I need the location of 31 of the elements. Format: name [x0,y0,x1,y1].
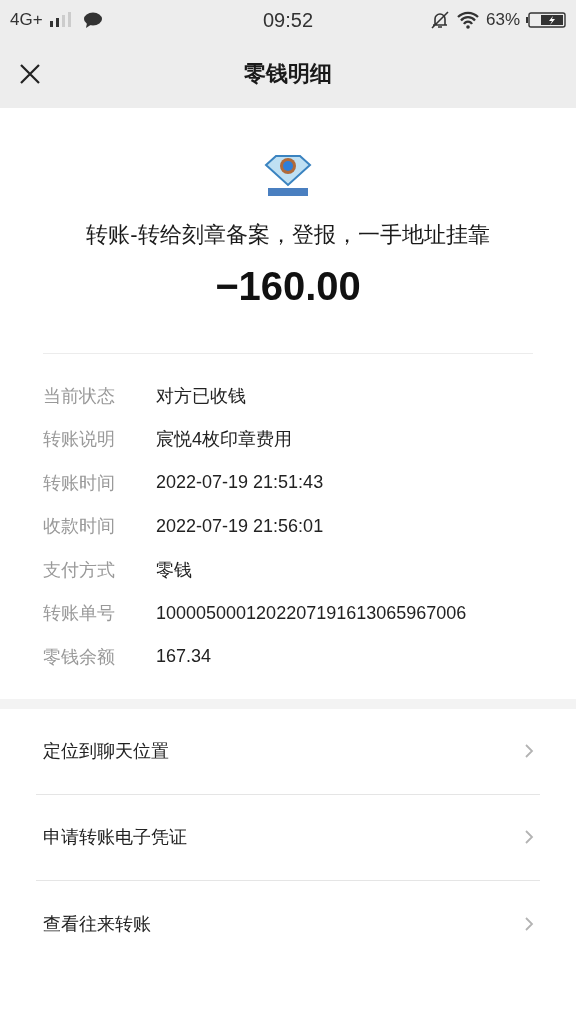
detail-value: 对方已收钱 [156,384,246,408]
detail-label: 收款时间 [43,515,116,539]
action-item[interactable]: 查看往来转账 [36,880,540,967]
detail-label: 零钱余额 [43,645,116,669]
signal-icon [48,12,71,28]
message-icon [82,12,103,28]
detail-value: 1000050001202207191613065967006 [156,602,467,624]
action-item[interactable]: 定位到聊天位置 [36,708,540,795]
detail-value: 167.34 [156,646,212,668]
chevron-right-icon [524,829,534,845]
action-item[interactable]: 申请转账电子凭证 [36,794,540,881]
detail-label: 转账说明 [43,428,116,452]
transfer-title: 转账-转给刻章备案，登报，一手地址挂靠 [86,221,490,249]
battery-icon [526,12,566,28]
detail-label: 转账单号 [43,602,116,626]
detail-value: 宸悦4枚印章费用 [156,428,292,452]
network-type: 4G+ [10,10,43,30]
detail-value: 2022-07-19 21:56:01 [156,515,324,537]
wifi-icon [455,11,480,29]
chevron-right-icon [524,743,534,759]
detail-label: 支付方式 [43,558,116,582]
transfer-amount: −160.00 [215,264,361,309]
chevron-right-icon [524,915,534,932]
page-title: 零钱明细 [244,60,332,88]
detail-label: 当前状态 [43,384,116,408]
mute-bell-icon [429,10,450,30]
detail-value: 零钱 [156,558,192,582]
detail-label: 转账时间 [43,471,116,495]
battery-percent: 63% [485,10,520,30]
clock-time: 09:52 [262,8,314,32]
detail-value: 2022-07-19 21:51:43 [156,472,324,494]
